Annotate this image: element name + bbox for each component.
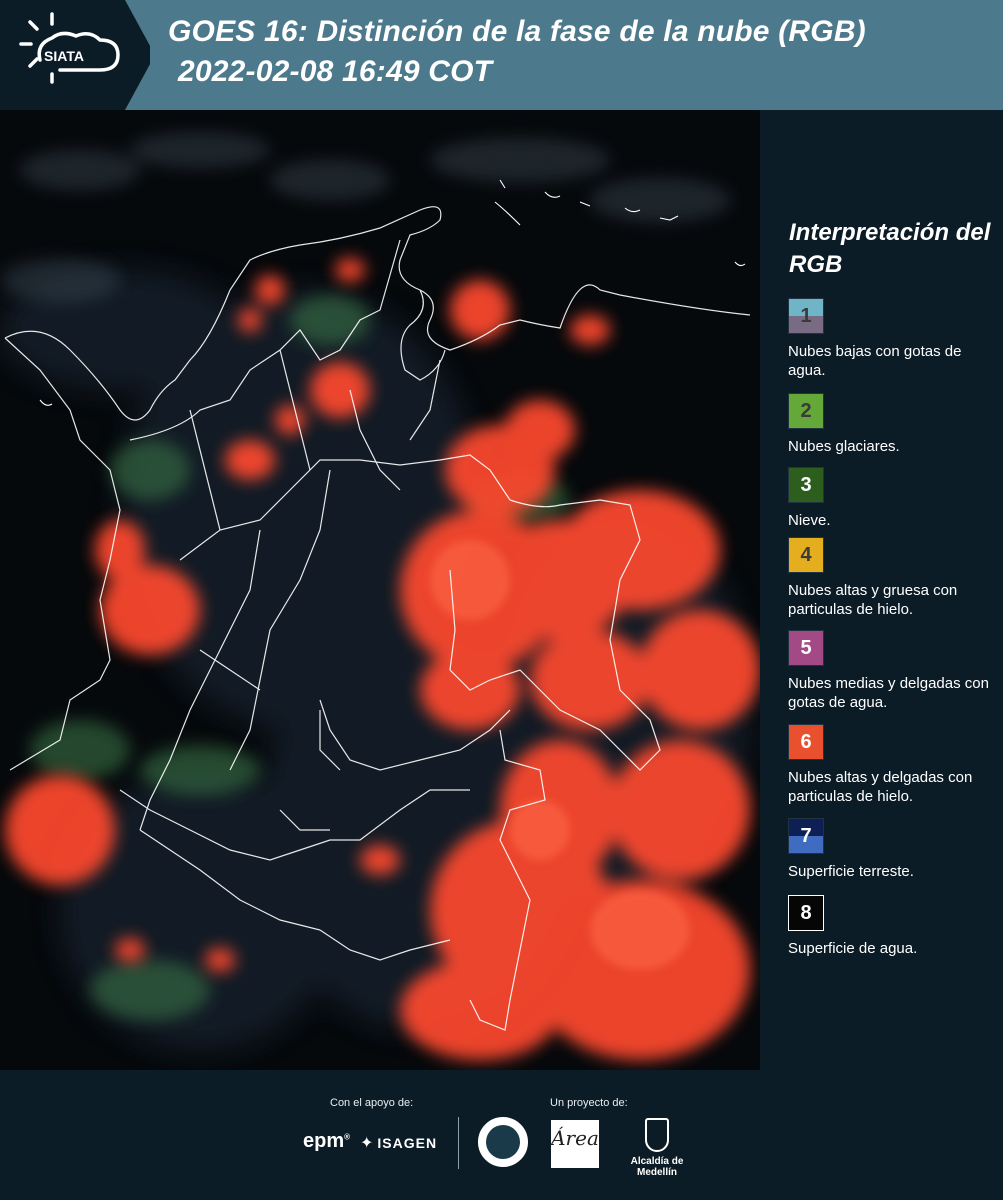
legend-number-8: 8 [800,902,812,924]
legend-label-8: Superficie de agua. [788,940,918,957]
siata-logo-text: SIATA [44,48,84,64]
legend-number-5: 5 [800,637,812,659]
isagen-logo: ✦ ISAGEN [360,1133,437,1153]
footer: Con el apoyo de: Un proyecto de: epm® ✦ I… [0,1070,1003,1200]
area-metropolitana-logo: Área [551,1120,599,1168]
legend-item-5: 5 Nubes medias y delgadas con gotas de a… [788,630,1003,712]
legend-item-2: 2 Nubes glaciares. [788,393,1003,456]
isagen-logo-text: ISAGEN [377,1135,438,1151]
legend-number-1: 1 [800,305,812,327]
legend-swatch-2: 2 [788,393,824,429]
header-bar: SIATA GOES 16: Distinción de la fase de … [0,0,1003,110]
support-text: Con el apoyo de: [330,1097,414,1109]
legend-swatch-5: 5 [788,630,824,666]
legend-label-4: Nubes altas y gruesa con particulas de h… [788,582,958,618]
legend-label-3: Nieve. [788,512,831,529]
project-text: Un proyecto de: [550,1097,628,1109]
footer-divider [458,1117,459,1169]
legend-number-7: 7 [800,825,812,847]
siata-logo: SIATA [0,0,150,110]
legend-item-1: 1 Nubes bajas con gotas de agua. [788,298,1003,380]
legend-swatch-8: 8 [788,895,824,931]
legend-swatch-7: 7 [788,818,824,854]
legend-label-2: Nubes glaciares. [788,438,900,455]
legend-number-4: 4 [800,544,812,566]
legend-swatch-6: 6 [788,724,824,760]
legend-number-2: 2 [800,400,812,422]
legend-number-6: 6 [800,731,812,753]
epm-logo: epm® [303,1130,351,1152]
seal-emblem-icon [486,1125,520,1159]
legend-number-3: 3 [800,474,812,496]
legend-item-8: 8 Superficie de agua. [788,895,1003,958]
legend-label-6: Nubes altas y delgadas con particulas de… [788,769,973,805]
legend-item-3: 3 Nieve. [788,467,1003,530]
page-timestamp: 2022-02-08 16:49 COT [178,55,493,88]
legend-label-5: Nubes medias y delgadas con gotas de agu… [788,675,989,711]
satellite-map [0,110,760,1070]
page-title: GOES 16: Distinción de la fase de la nub… [168,15,866,48]
legend-swatch-4: 4 [788,537,824,573]
legend-title: Interpretación del RGB [789,219,991,278]
legend-label-1: Nubes bajas con gotas de agua. [788,343,962,379]
legend-item-7: 7 Superficie terreste. [788,818,1003,881]
legend-swatch-1: 1 [788,298,824,334]
legend-item-6: 6 Nubes altas y delgadas con particulas … [788,724,1003,806]
legend-label-7: Superficie terreste. [788,863,914,880]
seal-logo [478,1117,528,1167]
satellite-map-image [0,110,760,1070]
epm-logo-text: epm [303,1130,345,1152]
legend-swatch-3: 3 [788,467,824,503]
alcaldia-logo: Alcaldía de Medellín [612,1118,702,1178]
alcaldia-name: Alcaldía de Medellín [630,1156,684,1178]
isagen-mark-icon: ✦ [360,1135,375,1152]
legend-item-4: 4 Nubes altas y gruesa con particulas de… [788,537,1003,619]
legend-panel: Interpretación del RGB 1 Nubes bajas con… [760,110,1003,1070]
shield-icon [645,1118,669,1152]
